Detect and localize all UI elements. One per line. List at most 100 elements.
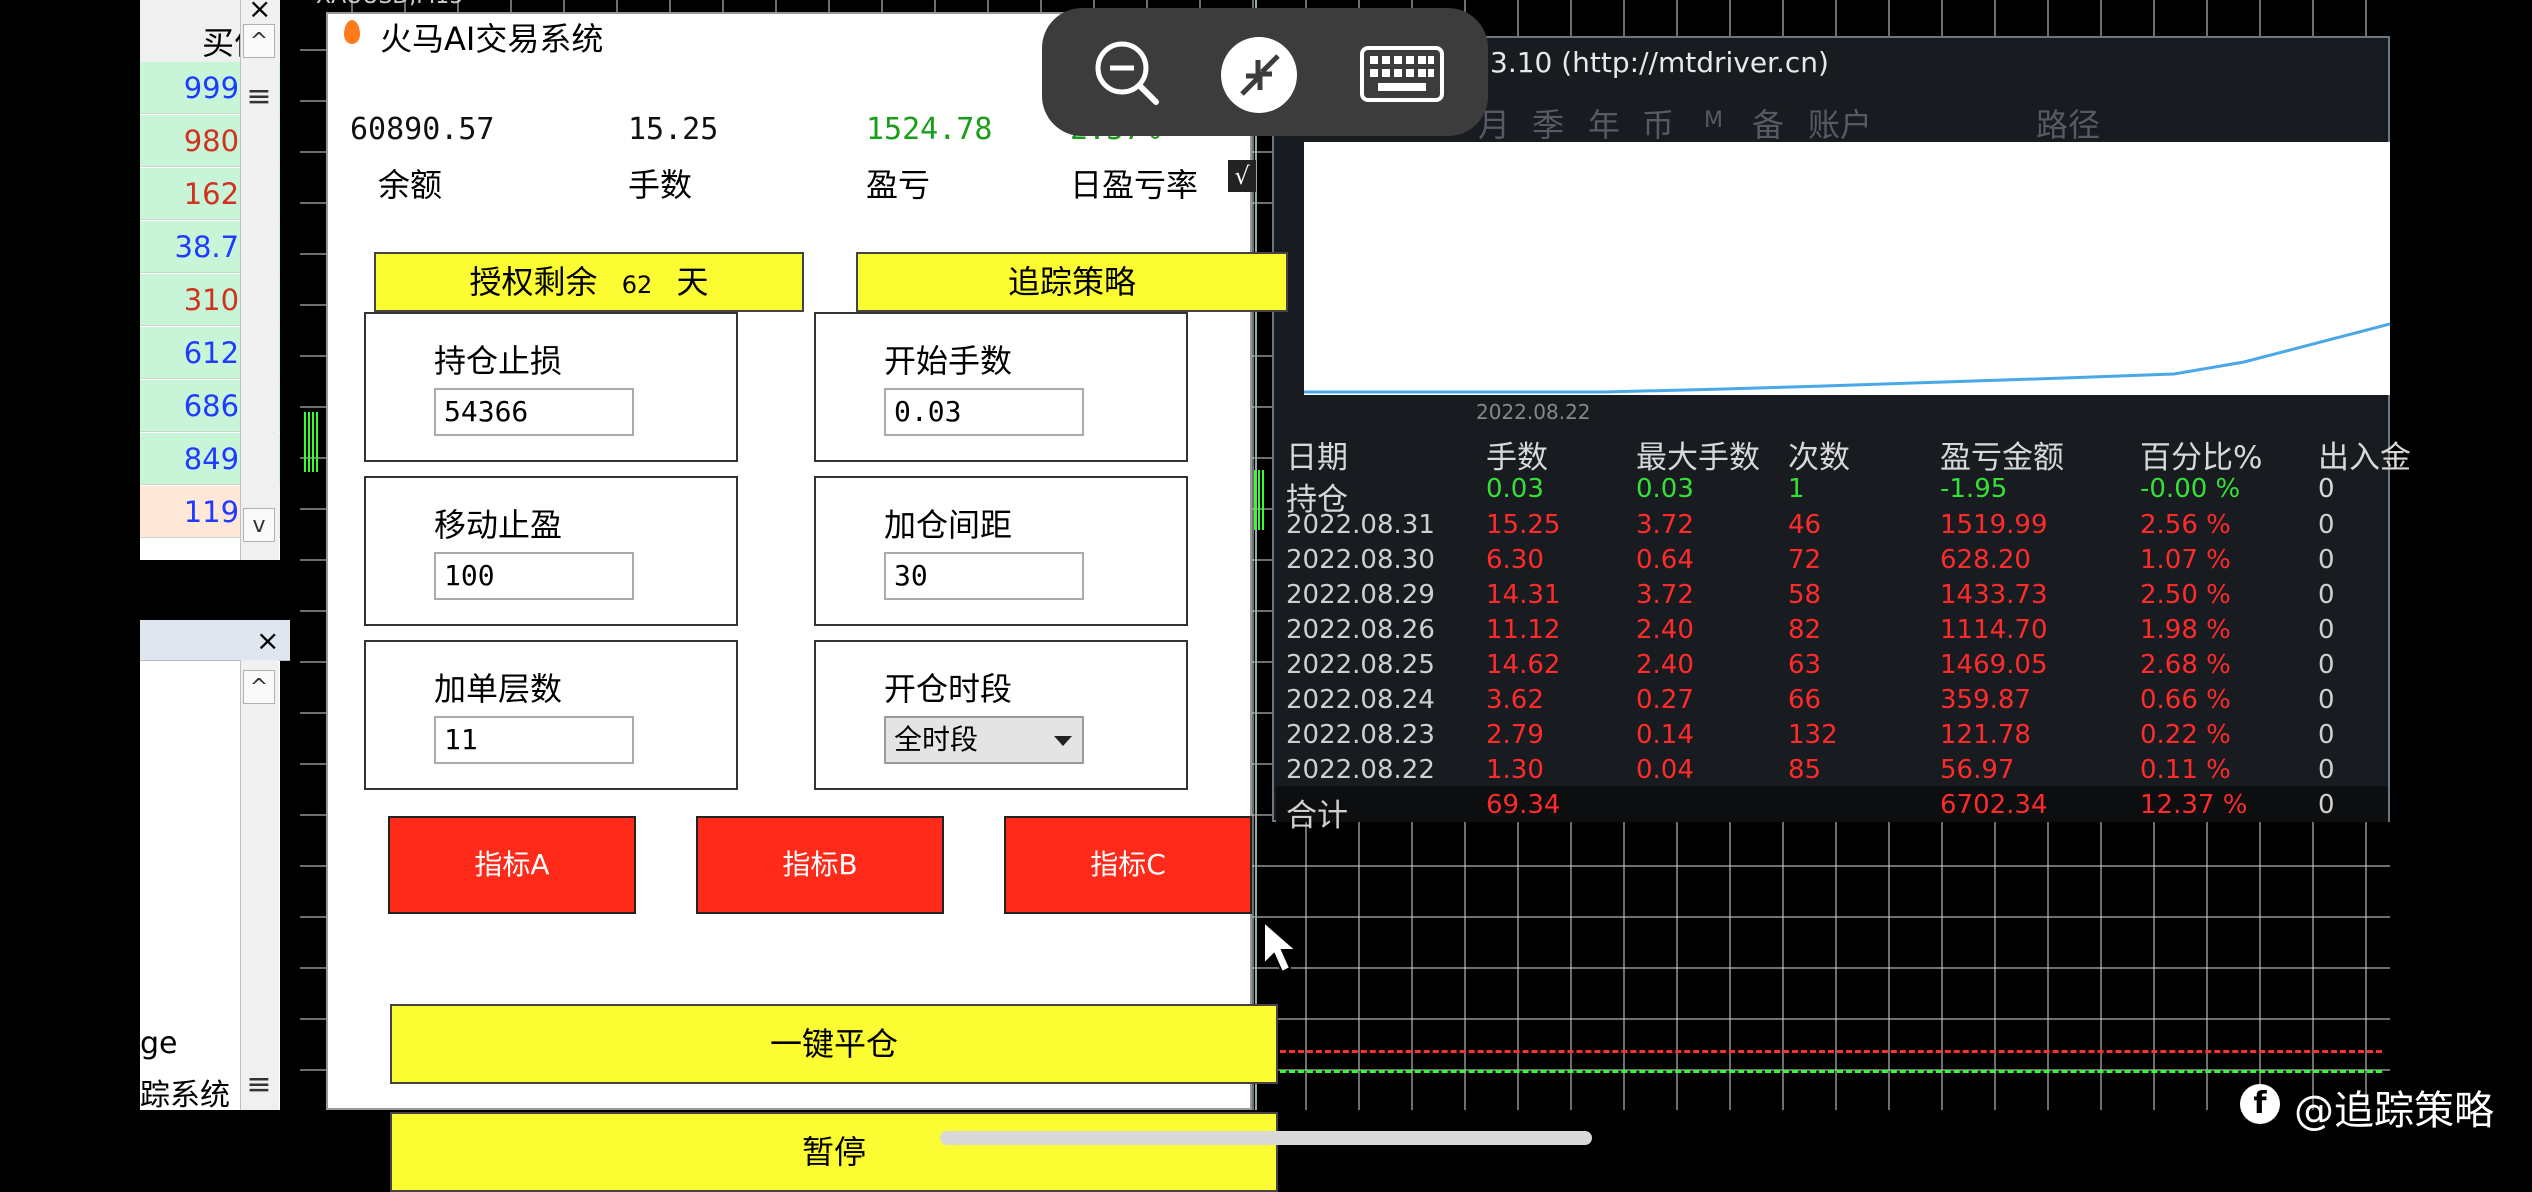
table-cell: 6.30 [1486, 545, 1544, 575]
table-cell: 2022.08.25 [1286, 650, 1435, 680]
table-cell: 2.68 % [2140, 650, 2231, 680]
param-box [364, 476, 738, 626]
table-cell: 0.66 % [2140, 685, 2231, 715]
close-icon[interactable]: × [248, 0, 271, 25]
indicator-a-button[interactable]: 指标A [388, 816, 636, 914]
table-cell: 66 [1788, 685, 1822, 715]
column-header[interactable]: 次数 [1788, 432, 1850, 477]
table-cell: 1.98 % [2140, 615, 2231, 645]
total-cell: 6702.34 [1940, 790, 2048, 820]
zoom-out-icon[interactable] [1092, 38, 1162, 108]
param-label: 移动止盈 [434, 506, 563, 544]
table-cell: 2.56 % [2140, 510, 2231, 540]
indicator-b-button[interactable]: 指标B [696, 816, 944, 914]
market-watch-scrollbar[interactable]: ^ ≡ v [240, 0, 279, 560]
param-label: 开始手数 [884, 342, 1013, 380]
column-header[interactable]: 出入金 [2318, 432, 2411, 477]
table-cell: 2022.08.30 [1286, 545, 1435, 575]
holding-cell: 0.03 [1486, 474, 1544, 504]
table-cell: 15.25 [1486, 510, 1561, 540]
column-header[interactable]: 盈亏金额 [1940, 432, 2064, 477]
table-cell: 132 [1788, 720, 1838, 750]
graph-date-label: 2022.08.22 [1476, 400, 1591, 424]
table-cell: 1.30 [1486, 755, 1544, 785]
table-cell: 0.64 [1636, 545, 1694, 575]
account-label: 手数 [628, 166, 693, 204]
param-box [814, 476, 1188, 626]
scroll-down-icon[interactable]: v [243, 508, 275, 542]
license-suffix: 天 [676, 263, 709, 301]
stats-tab[interactable]: 币 [1642, 100, 1674, 146]
stats-tab[interactable]: 年 [1588, 100, 1620, 146]
stats-tab[interactable]: 路径 [2036, 100, 2100, 146]
table-cell: 11.12 [1486, 615, 1561, 645]
navigator-item[interactable]: ge [140, 1026, 178, 1061]
screen-toolbar [1042, 8, 1488, 136]
keyboard-icon[interactable] [1360, 46, 1444, 102]
symbol-tab[interactable]: XAUUSD,M15 [316, 0, 463, 9]
menu-icon[interactable]: ≡ [243, 80, 275, 114]
column-header[interactable]: 日期 [1286, 432, 1348, 477]
column-header[interactable]: 手数 [1486, 432, 1548, 477]
table-cell: 3.72 [1636, 510, 1694, 540]
stats-tab[interactable]: 备 [1752, 100, 1784, 146]
table-cell: 2022.08.24 [1286, 685, 1435, 715]
table-cell: 2.40 [1636, 615, 1694, 645]
time-period-select[interactable]: 全时段 [884, 716, 1084, 764]
account-label: 余额 [378, 166, 443, 204]
pause-button[interactable]: 暂停 [390, 1112, 1278, 1192]
table-cell: 2022.08.23 [1286, 720, 1435, 750]
table-cell: 2022.08.26 [1286, 615, 1435, 645]
table-cell: 2.79 [1486, 720, 1544, 750]
table-cell: 2.40 [1636, 650, 1694, 680]
column-header[interactable]: 最大手数 [1636, 432, 1760, 477]
table-cell: 359.87 [1940, 685, 2031, 715]
home-indicator[interactable] [940, 1131, 1592, 1145]
table-cell: 14.31 [1486, 580, 1561, 610]
select-value: 全时段 [894, 723, 979, 756]
price-line-red [1262, 1050, 2382, 1053]
param-input[interactable]: 30 [884, 552, 1084, 600]
account-value: 15.25 [628, 112, 719, 147]
license-button[interactable]: 授权剩余 62 天 [374, 252, 804, 312]
stats-tab[interactable]: M [1704, 108, 1723, 133]
total-cell: 0 [2318, 790, 2335, 820]
scroll-up-icon[interactable]: ^ [243, 24, 275, 58]
param-input[interactable]: 0.03 [884, 388, 1084, 436]
table-cell: 0 [2318, 685, 2335, 715]
table-cell: 72 [1788, 545, 1822, 575]
param-input[interactable]: 11 [434, 716, 634, 764]
total-cell: 69.34 [1486, 790, 1561, 820]
table-cell: 0.11 % [2140, 755, 2231, 785]
table-cell: 0 [2318, 580, 2335, 610]
indicator-c-button[interactable]: 指标C [1004, 816, 1252, 914]
watermark-text: @追踪策略 [2294, 1088, 2494, 1134]
watermark-logo-icon: f [2240, 1084, 2280, 1124]
table-cell: 1519.99 [1940, 510, 2048, 540]
oscillator-mark [304, 412, 318, 472]
table-cell: 1.07 % [2140, 545, 2231, 575]
param-input[interactable]: 54366 [434, 388, 634, 436]
account-value: 60890.57 [350, 112, 495, 147]
checkbox[interactable]: √ [1228, 160, 1256, 192]
stats-tab[interactable]: 账户 [1808, 100, 1872, 146]
table-cell: 1469.05 [1940, 650, 2048, 680]
table-cell: 0.04 [1636, 755, 1694, 785]
column-header[interactable]: 百分比% [2140, 432, 2262, 477]
param-input[interactable]: 100 [434, 552, 634, 600]
stats-tab[interactable]: 季 [1532, 100, 1564, 146]
navigator-scrollbar[interactable]: ^ ≡ [240, 660, 279, 1110]
price-line-green [1262, 1070, 2382, 1073]
track-strategy-button[interactable]: 追踪策略 [856, 252, 1288, 312]
param-box [364, 312, 738, 462]
close-all-button[interactable]: 一键平仓 [390, 1004, 1278, 1084]
holding-cell: 0 [2318, 474, 2335, 504]
stats-title: 3.10 (http://mtdriver.cn) [1490, 46, 1829, 79]
equity-curve [1304, 322, 2391, 394]
menu-icon[interactable]: ≡ [243, 1068, 275, 1102]
table-cell: 1114.70 [1940, 615, 2048, 645]
collapse-icon[interactable] [1220, 36, 1298, 114]
navigator-item[interactable]: 踪系统 [140, 1070, 230, 1114]
close-icon[interactable]: × [256, 624, 279, 657]
scroll-up-icon[interactable]: ^ [243, 670, 275, 704]
